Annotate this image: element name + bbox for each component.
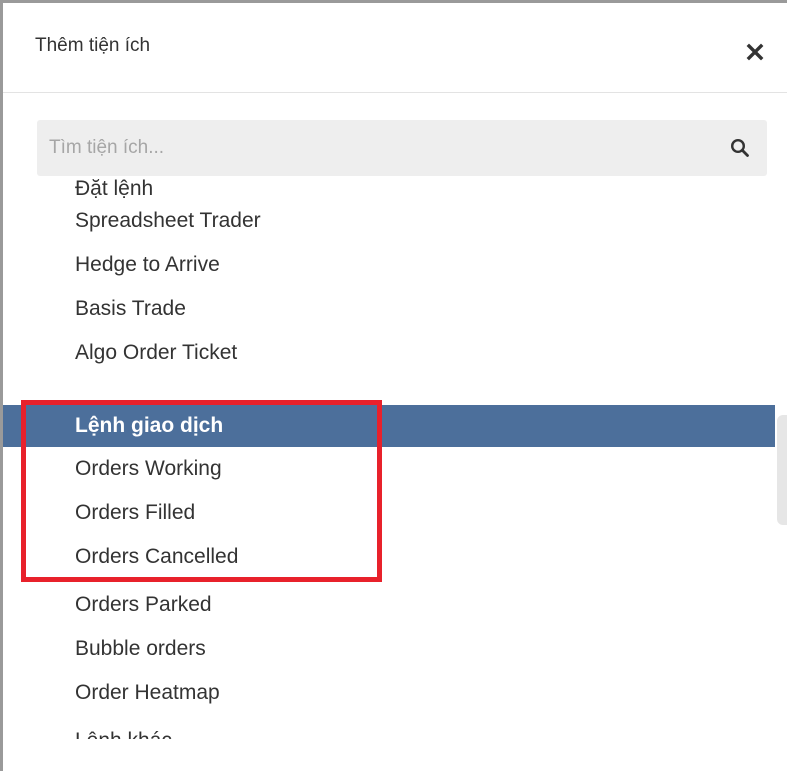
list-item-hedge-to-arrive[interactable]: Hedge to Arrive xyxy=(3,243,775,287)
list-item-algo-order-ticket[interactable]: Algo Order Ticket xyxy=(3,331,775,375)
list-item-order-heatmap[interactable]: Order Heatmap xyxy=(3,671,775,715)
search-box xyxy=(37,120,767,176)
add-widget-dialog: Thêm tiện ích Đặt lệnh Spreadsheet Trade… xyxy=(0,0,787,771)
list-item-bubble-orders[interactable]: Bubble orders xyxy=(3,627,775,671)
close-icon[interactable] xyxy=(746,43,764,61)
list-item-spreadsheet-trader[interactable]: Spreadsheet Trader xyxy=(3,199,775,243)
list-item-lenh-khac[interactable]: Lệnh khác xyxy=(3,719,775,739)
list-item-basis-trade[interactable]: Basis Trade xyxy=(3,287,775,331)
list-item-orders-parked[interactable]: Orders Parked xyxy=(3,583,775,627)
dialog-title: Thêm tiện ích xyxy=(35,35,151,56)
dialog-header: Thêm tiện ích xyxy=(3,3,787,93)
highlight-annotation-box xyxy=(21,400,382,582)
search-input[interactable] xyxy=(37,120,717,176)
search-icon[interactable] xyxy=(730,138,750,158)
list-scrollbar[interactable] xyxy=(777,415,787,525)
